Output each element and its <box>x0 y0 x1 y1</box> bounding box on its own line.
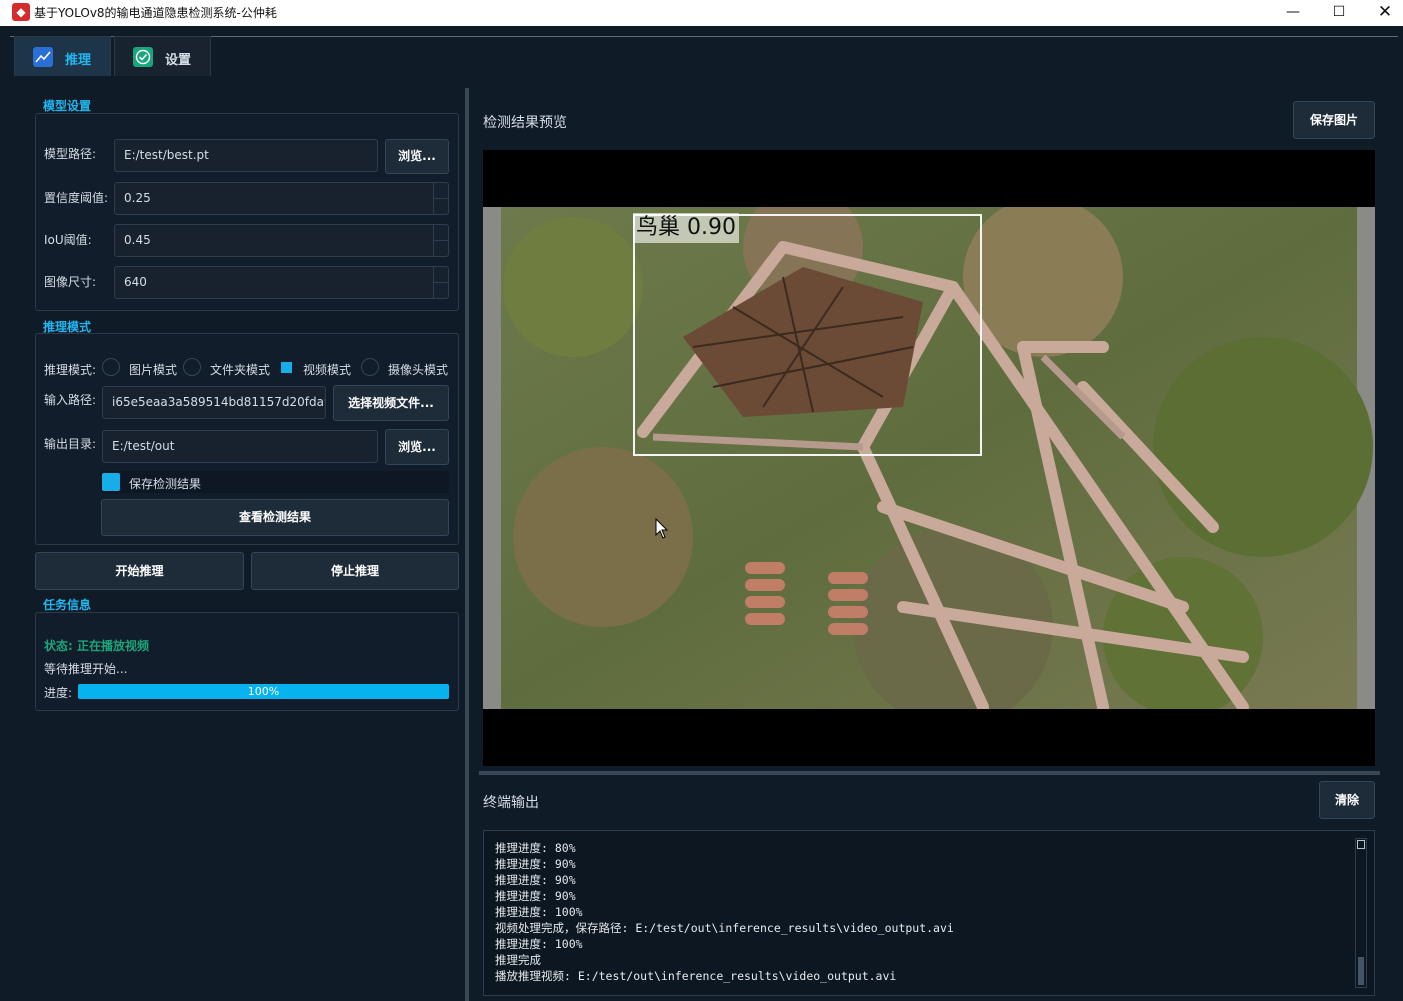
radio-camera-mode[interactable] <box>361 358 379 376</box>
close-button[interactable]: ✕ <box>1362 0 1403 26</box>
terminal-line: 推理进度: 80% <box>495 841 576 855</box>
input-path-label: 输入路径: <box>44 393 97 407</box>
image-size-stepper[interactable] <box>433 266 449 299</box>
app-logo-icon: ◆ <box>12 3 30 21</box>
horizontal-splitter[interactable] <box>479 771 1380 775</box>
confidence-stepper[interactable] <box>433 182 449 215</box>
terminal-line: 推理进度: 100% <box>495 937 583 951</box>
clear-button[interactable]: 清除 <box>1319 781 1375 819</box>
terminal-line: 推理进度: 100% <box>495 905 583 919</box>
progress-bar: 100% <box>78 684 449 699</box>
tab-label: 设置 <box>165 53 192 68</box>
task-info-title: 任务信息 <box>43 598 92 612</box>
radio-image-mode[interactable] <box>102 358 120 376</box>
mouse-cursor-icon <box>655 518 669 539</box>
detection-label: 鸟巢 0.90 <box>633 213 739 243</box>
progress-text: 100% <box>247 685 280 698</box>
check-badge-icon <box>133 47 153 67</box>
terminal-line: 播放推理视频: E:/test/out\inference_results\vi… <box>495 969 897 983</box>
tab-settings[interactable]: 设置 <box>114 36 211 76</box>
browse-output-button[interactable]: 浏览... <box>385 429 449 465</box>
start-inference-button[interactable]: 开始推理 <box>35 552 244 590</box>
terminal-line: 推理进度: 90% <box>495 857 576 871</box>
terminal-line: 推理进度: 90% <box>495 889 576 903</box>
iou-label: IoU阈值: <box>44 233 92 247</box>
iou-spinbox[interactable]: 0.45 <box>114 224 449 257</box>
minimize-button[interactable]: — <box>1270 0 1316 26</box>
browse-model-button[interactable]: 浏览... <box>385 139 449 174</box>
terminal-lines: 推理进度: 80% 推理进度: 90% 推理进度: 90% 推理进度: 90% 推理进度… <box>495 840 954 984</box>
radio-video-mode[interactable] <box>281 362 292 373</box>
radio-label: 文件夹模式 <box>210 363 271 377</box>
maximize-button[interactable]: ☐ <box>1316 0 1362 26</box>
window-titlebar: ◆ 基于YOLOv8的输电通道隐患检测系统-公仲耗 — ☐ ✕ <box>0 0 1403 26</box>
divider <box>10 36 1398 37</box>
confidence-spinbox[interactable]: 0.25 <box>114 182 449 215</box>
model-settings-title: 模型设置 <box>43 99 92 113</box>
detection-bounding-box <box>633 214 982 456</box>
scroll-thumb[interactable] <box>1358 957 1364 985</box>
view-results-button[interactable]: 查看检测结果 <box>101 499 449 536</box>
tab-inference[interactable]: 推理 <box>14 36 111 76</box>
output-dir-field[interactable]: E:/test/out <box>102 430 378 463</box>
select-video-button[interactable]: 选择视频文件... <box>333 385 449 421</box>
preview-title: 检测结果预览 <box>483 115 567 131</box>
detection-preview: 鸟巢 0.90 <box>483 150 1375 766</box>
status-text: 状态: 正在播放视频 <box>44 639 149 653</box>
terminal-line: 推理完成 <box>495 953 541 967</box>
video-frame-image: 鸟巢 0.90 <box>483 207 1375 709</box>
terminal-title: 终端输出 <box>483 795 539 811</box>
output-dir-label: 输出目录: <box>44 437 97 451</box>
image-size-label: 图像尺寸: <box>44 275 97 289</box>
stop-inference-button[interactable]: 停止推理 <box>251 552 459 590</box>
terminal-scrollbar[interactable] <box>1355 838 1367 988</box>
scroll-up-icon[interactable] <box>1357 840 1365 849</box>
radio-label: 图片模式 <box>129 363 178 377</box>
wait-text: 等待推理开始... <box>44 662 128 676</box>
model-path-label: 模型路径: <box>44 147 97 161</box>
save-image-button[interactable]: 保存图片 <box>1293 101 1375 139</box>
window-title: 基于YOLOv8的输电通道隐患检测系统-公仲耗 <box>34 6 277 20</box>
tab-label: 推理 <box>65 53 92 68</box>
radio-folder-mode[interactable] <box>183 358 201 376</box>
confidence-label: 置信度阈值: <box>44 191 109 205</box>
iou-stepper[interactable] <box>433 224 449 257</box>
terminal-line: 推理进度: 90% <box>495 873 576 887</box>
chart-line-icon <box>33 47 53 67</box>
terminal-line: 视频处理完成，保存路径: E:/test/out\inference_resul… <box>495 921 954 935</box>
radio-label: 摄像头模式 <box>388 363 449 377</box>
input-path-field[interactable]: i65e5eaa3a589514bd81157d20fda9.mp4 <box>102 386 326 419</box>
progress-label: 进度: <box>44 686 73 700</box>
radio-label: 视频模式 <box>303 363 352 377</box>
vertical-splitter[interactable] <box>465 88 469 1001</box>
mode-label: 推理模式: <box>44 363 97 377</box>
image-size-spinbox[interactable]: 640 <box>114 266 449 299</box>
save-results-checkbox[interactable] <box>102 473 120 491</box>
model-path-input[interactable]: E:/test/best.pt <box>114 139 378 172</box>
terminal-output[interactable]: 推理进度: 80% 推理进度: 90% 推理进度: 90% 推理进度: 90% 推理进度… <box>483 830 1375 996</box>
save-results-label: 保存检测结果 <box>129 477 202 491</box>
